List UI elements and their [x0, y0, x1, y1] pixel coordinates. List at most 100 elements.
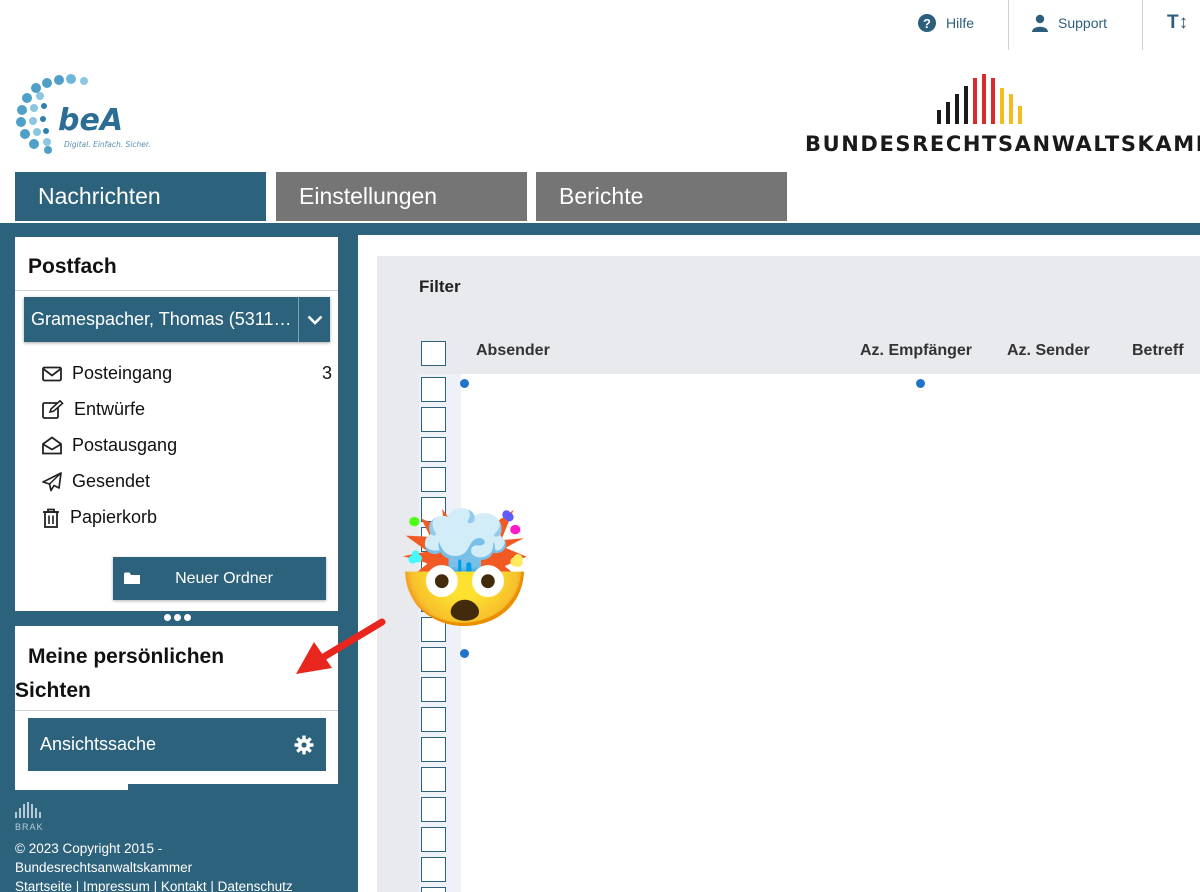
- row-checkbox[interactable]: [421, 467, 446, 492]
- new-folder-label: Neuer Ordner: [175, 569, 273, 587]
- row-checkbox[interactable]: [421, 377, 446, 402]
- bea-logo-name: beA: [58, 103, 123, 138]
- mailbox-select[interactable]: Gramespacher, Thomas (5311…: [24, 297, 330, 342]
- column-header-az-empfaenger[interactable]: Az. Empfänger: [860, 342, 972, 360]
- envelope-icon: [42, 366, 62, 381]
- select-all-checkbox[interactable]: [421, 341, 446, 366]
- question-icon: ?: [918, 14, 936, 32]
- bea-logo-tagline: Digital. Einfach. Sicher.: [64, 140, 151, 149]
- tab-nachrichten[interactable]: Nachrichten: [15, 172, 266, 221]
- message-table-body: [461, 374, 1200, 892]
- tab-underline: [0, 223, 1200, 235]
- gear-icon[interactable]: [294, 735, 314, 755]
- unread-count: 3: [321, 363, 332, 383]
- postfach-title: Postfach: [28, 255, 117, 278]
- table-row[interactable]: [419, 884, 461, 892]
- table-row[interactable]: [419, 374, 461, 404]
- column-header-betreff[interactable]: Betreff: [1132, 342, 1184, 360]
- row-checkbox[interactable]: [421, 677, 446, 702]
- link-kontakt[interactable]: Kontakt: [161, 879, 207, 892]
- filter-label[interactable]: Filter: [419, 277, 461, 297]
- link-impressum[interactable]: Impressum: [83, 879, 150, 892]
- row-checkbox[interactable]: [421, 707, 446, 732]
- folder-postausgang[interactable]: Postausgang: [42, 435, 332, 456]
- brak-logo-bars: [937, 74, 1022, 124]
- edit-icon: [42, 399, 64, 419]
- view-label: Ansichtssache: [40, 734, 157, 754]
- unread-indicator: [460, 379, 469, 388]
- open-envelope-icon: [42, 436, 62, 455]
- brak-mini-logo: BRAK: [15, 802, 293, 837]
- table-row[interactable]: [419, 824, 461, 854]
- folder-label: Posteingang: [72, 363, 173, 383]
- user-icon: [1032, 14, 1048, 32]
- help-label: Hilfe: [946, 15, 975, 31]
- chevron-down-icon[interactable]: [298, 297, 330, 342]
- table-row[interactable]: [419, 674, 461, 704]
- table-row[interactable]: [419, 644, 461, 674]
- view-item-next[interactable]: [128, 784, 341, 794]
- views-title: Meine persönlichen Sichten: [15, 640, 268, 708]
- red-arrow-annotation: [296, 618, 386, 674]
- row-checkbox[interactable]: [421, 887, 446, 892]
- brak-logo[interactable]: BUNDESRECHTSANWALTSKAMMER: [805, 72, 1200, 158]
- views-title-line1: Meine persönlichen: [28, 645, 225, 668]
- tab-berichte[interactable]: Berichte: [536, 172, 787, 221]
- column-header-az-sender[interactable]: Az. Sender: [1007, 342, 1090, 360]
- paper-plane-icon: [42, 471, 62, 491]
- row-checkbox[interactable]: [421, 827, 446, 852]
- row-checkbox[interactable]: [421, 647, 446, 672]
- support-label: Support: [1058, 15, 1108, 31]
- folder-entwuerfe[interactable]: Entwürfe: [42, 399, 332, 420]
- column-header-absender[interactable]: Absender: [476, 342, 550, 360]
- row-checkbox[interactable]: [421, 407, 446, 432]
- unread-indicator: [460, 649, 469, 658]
- folder-label: Gesendet: [72, 471, 151, 491]
- table-row[interactable]: [419, 704, 461, 734]
- row-checkbox[interactable]: [421, 857, 446, 882]
- footer-links: Startseite | Impressum | Kontakt | Daten…: [15, 879, 293, 892]
- bea-logo[interactable]: beA Digital. Einfach. Sicher.: [14, 74, 164, 154]
- panel-divider: [15, 290, 338, 291]
- tab-einstellungen[interactable]: Einstellungen: [276, 172, 527, 221]
- footer: BRAK © 2023 Copyright 2015 - Bundesrecht…: [15, 802, 293, 892]
- sidebar: Postfach Gramespacher, Thomas (5311… Pos…: [0, 235, 358, 892]
- row-checkbox[interactable]: [421, 797, 446, 822]
- views-panel: Meine persönlichen Sichten Ansichtssache: [15, 626, 341, 794]
- views-title-line2: Sichten: [15, 679, 91, 702]
- resize-handle[interactable]: [164, 614, 191, 621]
- new-folder-button[interactable]: Neuer Ordner: [113, 557, 326, 600]
- trash-icon: [43, 508, 59, 528]
- table-row[interactable]: [419, 794, 461, 824]
- table-row[interactable]: [419, 764, 461, 794]
- view-item-ansichtssache[interactable]: Ansichtssache: [28, 718, 326, 771]
- table-row[interactable]: [419, 734, 461, 764]
- copyright-line2: Bundesrechtsanwaltskammer: [15, 860, 193, 875]
- table-row[interactable]: [419, 854, 461, 884]
- link-startseite[interactable]: Startseite: [15, 879, 72, 892]
- help-link[interactable]: ? Hilfe: [918, 14, 974, 32]
- folder-label: Papierkorb: [70, 507, 158, 527]
- utility-divider: [1008, 0, 1009, 50]
- row-checkbox[interactable]: [421, 437, 446, 462]
- folder-label: Entwürfe: [74, 399, 146, 419]
- unread-indicator: [916, 379, 925, 388]
- folder-posteingang[interactable]: Posteingang 3: [42, 363, 332, 384]
- table-row[interactable]: [419, 404, 461, 434]
- folder-papierkorb[interactable]: Papierkorb: [42, 507, 332, 528]
- copyright-line1: © 2023 Copyright 2015 -: [15, 841, 163, 856]
- link-datenschutz[interactable]: Datenschutz: [218, 879, 293, 892]
- row-checkbox[interactable]: [421, 737, 446, 762]
- folder-label: Postausgang: [72, 435, 178, 455]
- brak-mini-text: BRAK: [15, 822, 44, 832]
- utility-divider: [1142, 0, 1143, 50]
- support-link[interactable]: Support: [1032, 14, 1107, 32]
- postfach-panel: Postfach Gramespacher, Thomas (5311… Pos…: [15, 237, 338, 611]
- table-row[interactable]: [419, 434, 461, 464]
- folder-gesendet[interactable]: Gesendet: [42, 471, 332, 492]
- table-row[interactable]: [419, 464, 461, 494]
- exploding-head-emoji: 🤯: [395, 507, 535, 632]
- utility-bar: ? Hilfe Support T↕: [0, 0, 1200, 52]
- row-checkbox[interactable]: [421, 767, 446, 792]
- text-size-icon[interactable]: T↕: [1167, 12, 1188, 34]
